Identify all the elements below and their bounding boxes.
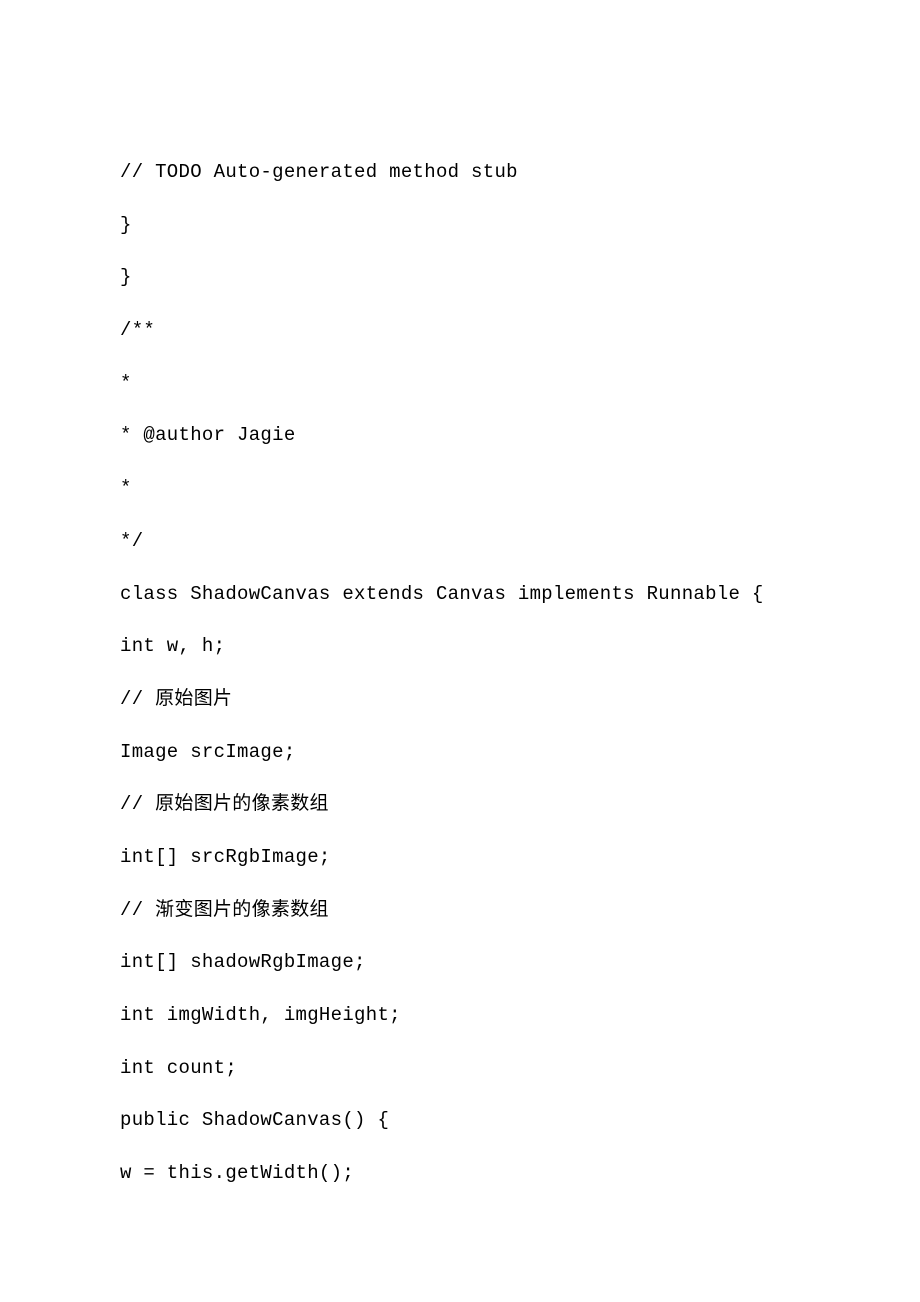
code-line: } (120, 213, 820, 238)
code-line: w = this.getWidth(); (120, 1161, 820, 1186)
code-line: * @author Jagie (120, 423, 820, 448)
code-line: int w, h; (120, 634, 820, 659)
code-line: } (120, 265, 820, 290)
code-line: int imgWidth, imgHeight; (120, 1003, 820, 1028)
code-line: * (120, 476, 820, 501)
code-content: // TODO Auto-generated method stub } } /… (120, 160, 820, 1214)
code-line: int count; (120, 1056, 820, 1081)
code-line: int[] srcRgbImage; (120, 845, 820, 870)
code-line: /** (120, 318, 820, 343)
code-line: public ShadowCanvas() { (120, 1108, 820, 1133)
code-line: // 原始图片的像素数组 (120, 792, 820, 817)
code-line: * (120, 371, 820, 396)
code-line: int[] shadowRgbImage; (120, 950, 820, 975)
code-line: // 渐变图片的像素数组 (120, 898, 820, 923)
code-line: // TODO Auto-generated method stub (120, 160, 820, 185)
code-line: // 原始图片 (120, 687, 820, 712)
code-line: class ShadowCanvas extends Canvas implem… (120, 582, 820, 607)
code-line: Image srcImage; (120, 740, 820, 765)
code-line: */ (120, 529, 820, 554)
